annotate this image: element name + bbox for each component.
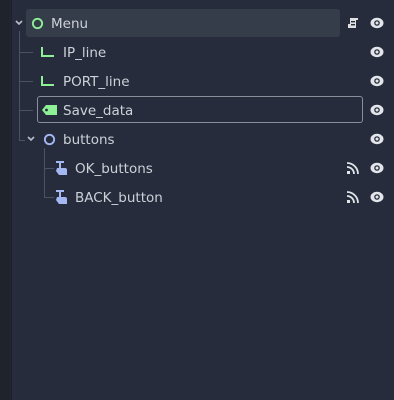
visibility-eye-icon[interactable]: [370, 190, 384, 204]
tree-item-label: OK_buttons: [75, 161, 153, 177]
texture-button-icon: [56, 190, 67, 204]
signal-connections-icon[interactable]: [346, 162, 359, 175]
node-icon: [31, 17, 44, 30]
visibility-eye-icon[interactable]: [370, 132, 384, 146]
visibility-eye-icon[interactable]: [370, 161, 384, 175]
signal-connections-icon[interactable]: [346, 191, 359, 204]
tree-item-buttons[interactable]: buttons: [0, 125, 394, 154]
line-edit-icon: [41, 76, 54, 86]
tree-item-ip-line[interactable]: IP_line: [0, 38, 394, 67]
tree-item-back-button[interactable]: BACK_button: [0, 183, 394, 212]
tree-item-label: PORT_line: [63, 74, 130, 90]
visibility-eye-icon[interactable]: [370, 16, 384, 30]
visibility-eye-icon[interactable]: [370, 74, 384, 88]
tree-item-label: IP_line: [63, 45, 107, 61]
collapse-arrow-icon[interactable]: [14, 18, 24, 28]
visibility-eye-icon[interactable]: [370, 103, 384, 117]
rename-field-value[interactable]: Save_data: [63, 103, 133, 119]
tree-item-ok-buttons[interactable]: OK_buttons: [0, 154, 394, 183]
tree-item-menu[interactable]: Menu: [0, 9, 394, 38]
tree-item-label: Menu: [51, 16, 89, 32]
tree-item-save-data[interactable]: Save_data: [0, 96, 394, 125]
texture-button-icon: [56, 161, 67, 175]
node2d-icon: [43, 133, 56, 146]
script-icon[interactable]: [346, 16, 360, 31]
tree-item-label: buttons: [63, 132, 115, 148]
label-icon: [42, 105, 57, 115]
tree-item-label: BACK_button: [75, 190, 163, 206]
visibility-eye-icon[interactable]: [370, 45, 384, 59]
collapse-arrow-icon[interactable]: [26, 134, 36, 144]
tree-item-port-line[interactable]: PORT_line: [0, 67, 394, 96]
line-edit-icon: [41, 47, 54, 57]
